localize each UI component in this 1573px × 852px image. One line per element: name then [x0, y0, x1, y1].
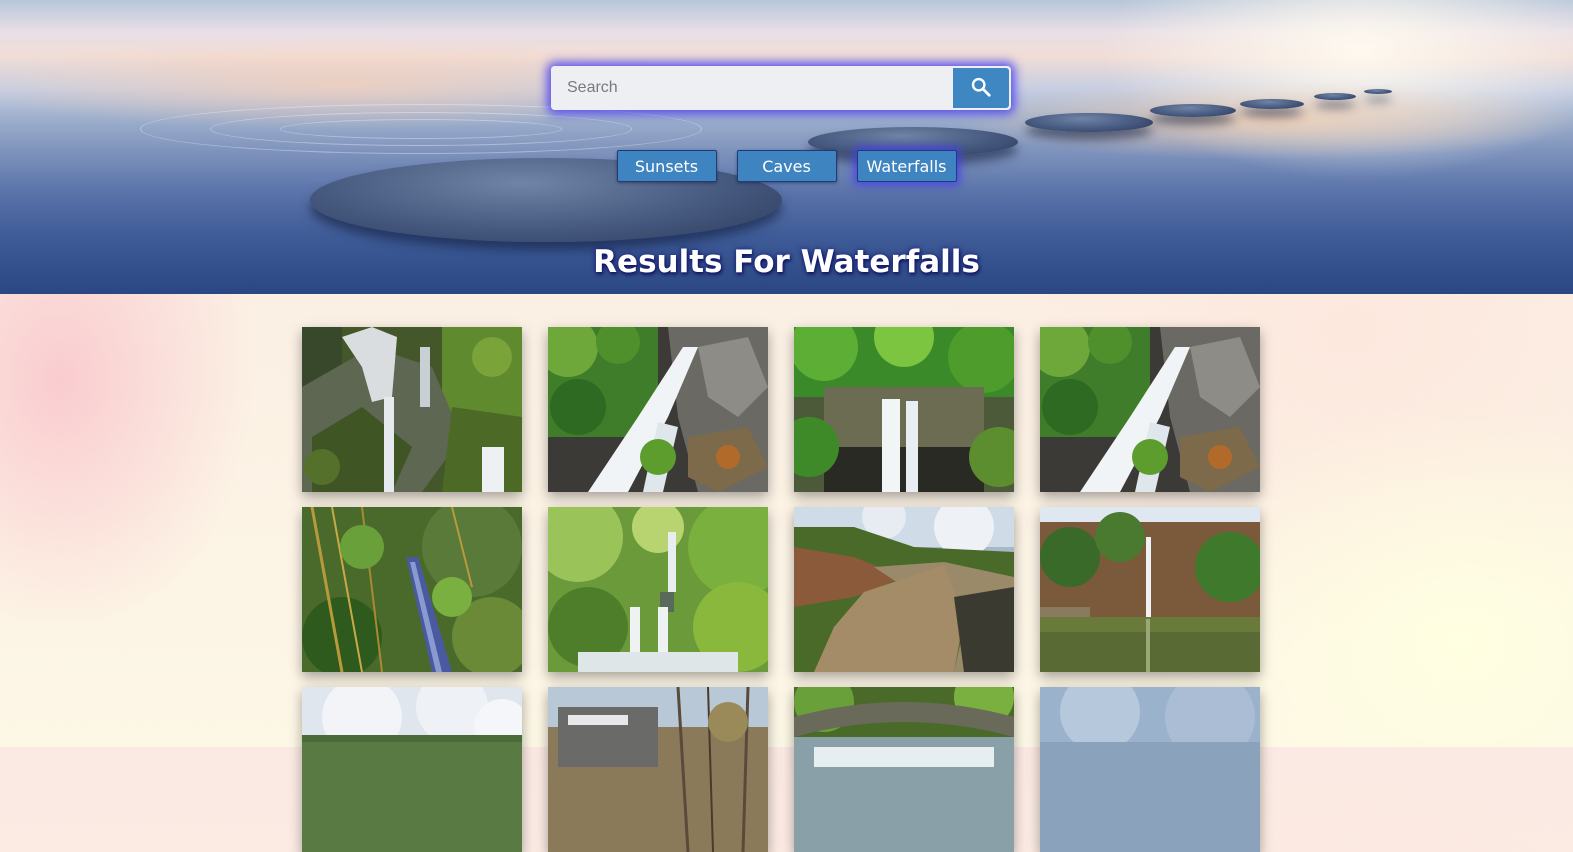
category-buttons: Sunsets Caves Waterfalls [0, 150, 1573, 182]
stepping-stone [1025, 113, 1153, 132]
gallery-image[interactable] [302, 327, 522, 492]
stepping-stone [1314, 93, 1356, 100]
gallery-image[interactable] [794, 687, 1014, 852]
image-gallery [302, 327, 1260, 852]
results-title: Results For Waterfalls [593, 244, 980, 280]
hero-banner: Sunsets Caves Waterfalls Results For Wat… [0, 0, 1573, 294]
gallery-image[interactable] [1040, 687, 1260, 852]
gallery-image[interactable] [548, 507, 768, 672]
category-waterfalls-button[interactable]: Waterfalls [856, 150, 957, 182]
search-input[interactable] [551, 66, 953, 110]
gallery-image[interactable] [548, 687, 768, 852]
gallery-image[interactable] [1040, 327, 1260, 492]
gallery-image[interactable] [1040, 507, 1260, 672]
search-icon [970, 76, 992, 101]
stepping-stone [1240, 99, 1304, 109]
category-caves-button[interactable]: Caves [736, 150, 837, 182]
gallery-image[interactable] [548, 327, 768, 492]
stepping-stone [1150, 104, 1236, 117]
gallery-image[interactable] [302, 687, 522, 852]
search-bar [551, 66, 1011, 110]
search-button[interactable] [953, 68, 1009, 108]
category-sunsets-button[interactable]: Sunsets [616, 150, 717, 182]
gallery-image[interactable] [794, 327, 1014, 492]
gallery-image[interactable] [794, 507, 1014, 672]
stepping-stone [1364, 89, 1392, 94]
water-ripple [280, 119, 562, 139]
gallery-image[interactable] [302, 507, 522, 672]
